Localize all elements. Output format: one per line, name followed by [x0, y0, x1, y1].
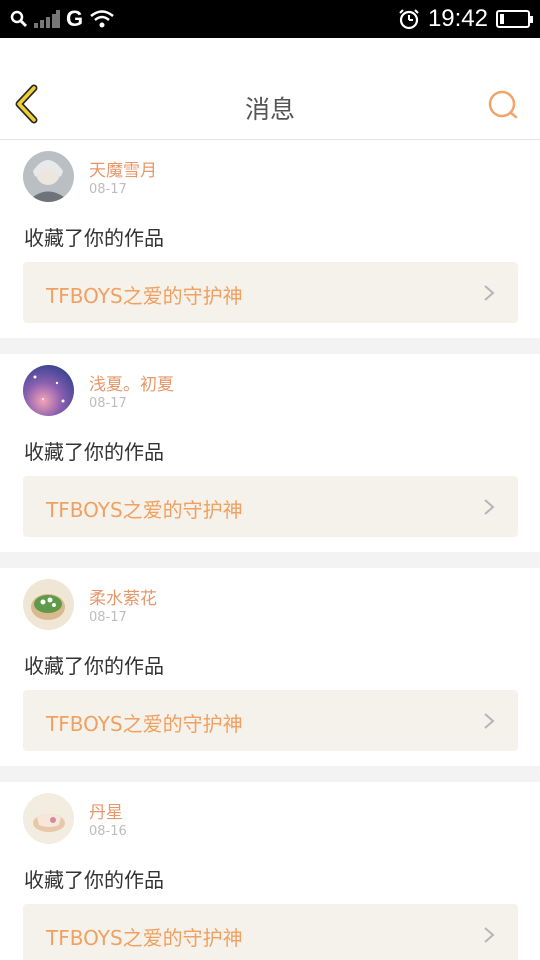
- alarm-icon: [399, 9, 419, 30]
- message-list: 天魔雪月 08-17 收藏了你的作品 TFBOYS之爱的守护神 浅夏。初夏 08…: [0, 140, 540, 960]
- action-text: 收藏了你的作品: [24, 440, 164, 464]
- work-link[interactable]: TFBOYS之爱的守护神: [23, 690, 518, 751]
- avatar[interactable]: [23, 579, 74, 630]
- status-bar: G 19:42: [0, 0, 540, 38]
- status-left: G: [10, 0, 115, 38]
- wifi-icon: [90, 10, 114, 28]
- work-title: TFBOYS之爱的守护神: [46, 712, 243, 736]
- message-date: 08-16: [89, 824, 127, 839]
- work-link[interactable]: TFBOYS之爱的守护神: [23, 262, 518, 323]
- avatar[interactable]: [23, 151, 74, 202]
- chevron-right-icon: [484, 285, 495, 301]
- action-text: 收藏了你的作品: [24, 654, 164, 678]
- page-title: 消息: [244, 95, 295, 124]
- user-name[interactable]: 天魔雪月: [89, 156, 157, 181]
- battery-icon: [496, 10, 533, 28]
- message-item[interactable]: 柔水萦花 08-17 收藏了你的作品 TFBOYS之爱的守护神: [0, 568, 540, 766]
- message-date: 08-17: [89, 610, 127, 625]
- user-name[interactable]: 浅夏。初夏: [89, 370, 174, 395]
- user-name[interactable]: 柔水萦花: [89, 584, 157, 609]
- work-title: TFBOYS之爱的守护神: [46, 926, 243, 950]
- work-title: TFBOYS之爱的守护神: [46, 498, 243, 522]
- message-date: 08-17: [89, 396, 127, 411]
- chevron-right-icon: [484, 499, 495, 515]
- message-item[interactable]: 丹星 08-16 收藏了你的作品 TFBOYS之爱的守护神: [0, 782, 540, 960]
- work-title: TFBOYS之爱的守护神: [46, 284, 243, 308]
- search-ring-icon[interactable]: [486, 88, 522, 124]
- chevron-right-icon: [484, 927, 495, 943]
- divider: [0, 766, 540, 782]
- search-icon: [10, 10, 28, 28]
- action-text: 收藏了你的作品: [24, 226, 164, 250]
- divider: [0, 338, 540, 354]
- message-date: 08-17: [89, 182, 127, 197]
- chevron-right-icon: [484, 713, 495, 729]
- action-text: 收藏了你的作品: [24, 868, 164, 892]
- network-type: G: [66, 6, 84, 31]
- avatar[interactable]: [23, 793, 74, 844]
- status-right: 19:42: [398, 0, 533, 38]
- message-item[interactable]: 浅夏。初夏 08-17 收藏了你的作品 TFBOYS之爱的守护神: [0, 354, 540, 552]
- clock-time: 19:42: [427, 5, 488, 32]
- work-link[interactable]: TFBOYS之爱的守护神: [23, 476, 518, 537]
- avatar[interactable]: [23, 365, 74, 416]
- user-name[interactable]: 丹星: [89, 798, 123, 823]
- work-link[interactable]: TFBOYS之爱的守护神: [23, 904, 518, 960]
- divider: [0, 552, 540, 568]
- signal-icon: [34, 10, 60, 28]
- message-item[interactable]: 天魔雪月 08-17 收藏了你的作品 TFBOYS之爱的守护神: [0, 140, 540, 338]
- header-bar: 消息: [0, 38, 540, 140]
